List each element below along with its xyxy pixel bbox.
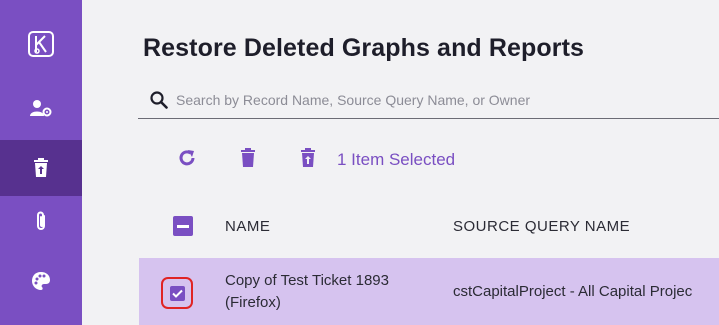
row-source-query-cell: cstCapitalProject - All Capital Projec bbox=[453, 283, 693, 300]
sidebar-item-users[interactable] bbox=[0, 83, 82, 133]
sidebar-item-attachments[interactable] bbox=[0, 196, 82, 246]
sidebar bbox=[0, 0, 82, 325]
app-logo[interactable] bbox=[0, 14, 82, 74]
column-header-name[interactable]: NAME bbox=[225, 218, 270, 235]
column-header-source-query[interactable]: SOURCE QUERY NAME bbox=[453, 218, 630, 235]
trash-icon bbox=[240, 148, 256, 172]
toolbar: 1 Item Selected bbox=[82, 140, 719, 180]
table-header: NAME SOURCE QUERY NAME bbox=[82, 206, 719, 246]
selection-count: 1 Item Selected bbox=[337, 150, 456, 169]
user-settings-icon bbox=[29, 98, 53, 118]
row-checkbox[interactable] bbox=[170, 286, 185, 301]
sidebar-item-restore[interactable] bbox=[0, 140, 82, 196]
search-input[interactable] bbox=[176, 87, 716, 113]
palette-icon bbox=[31, 271, 51, 291]
table-row[interactable]: Copy of Test Ticket 1893 (Firefox) cstCa… bbox=[139, 258, 719, 325]
delete-button[interactable] bbox=[240, 148, 256, 173]
select-all-checkbox[interactable] bbox=[173, 216, 193, 236]
paperclip-icon bbox=[34, 210, 48, 232]
main-content: Restore Deleted Graphs and Reports Searc… bbox=[82, 0, 719, 325]
search-bar[interactable] bbox=[138, 81, 719, 119]
restore-icon bbox=[300, 148, 316, 172]
search-icon bbox=[150, 91, 168, 114]
refresh-button[interactable] bbox=[177, 148, 197, 173]
trash-restore-icon bbox=[33, 158, 49, 178]
page-title: Restore Deleted Graphs and Reports bbox=[143, 34, 585, 62]
row-name-cell: Copy of Test Ticket 1893 (Firefox) bbox=[225, 272, 389, 311]
k-logo-icon bbox=[27, 30, 55, 58]
refresh-icon bbox=[177, 150, 197, 172]
sidebar-item-themes[interactable] bbox=[0, 256, 82, 306]
checkmark-icon bbox=[172, 289, 183, 298]
restore-button[interactable] bbox=[300, 148, 316, 173]
